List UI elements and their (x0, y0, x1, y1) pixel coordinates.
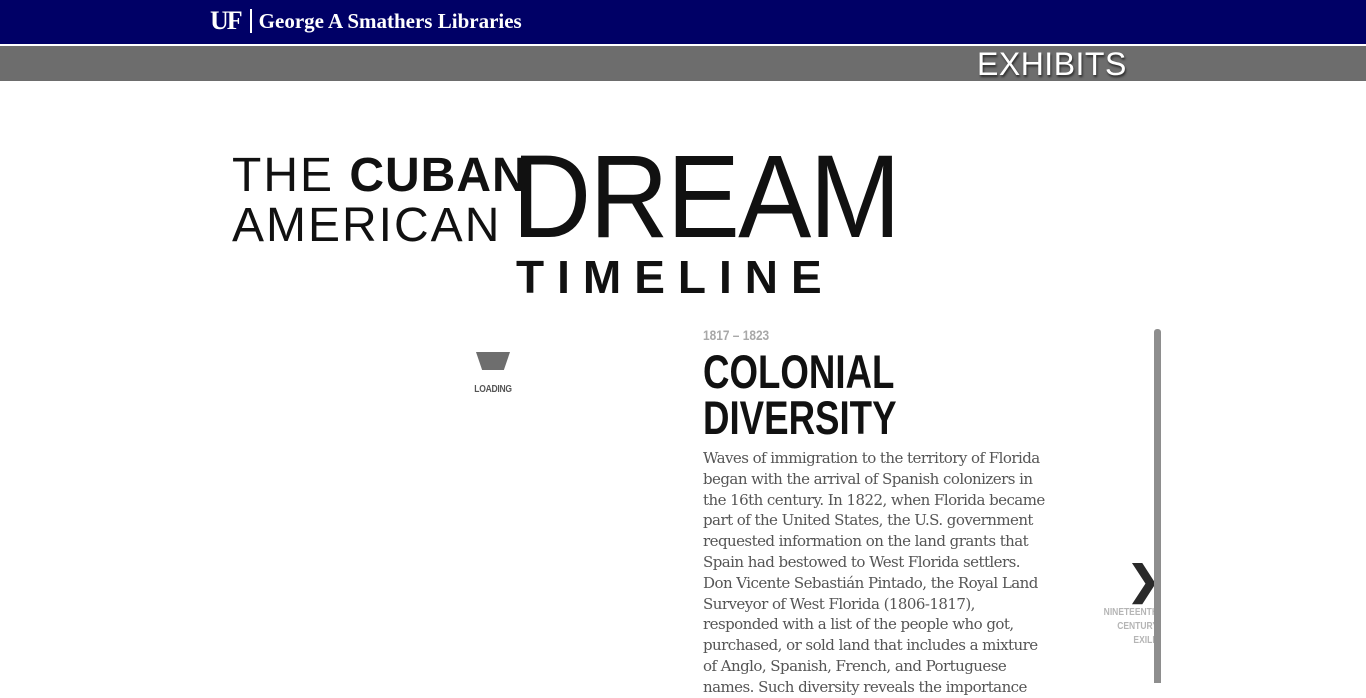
entry-body-text: Waves of immigration to the territory of… (703, 449, 1045, 696)
library-home-link[interactable]: UF George A Smathers Libraries (210, 8, 522, 34)
exhibits-link[interactable]: EXHIBITS (977, 47, 1127, 81)
scrollbar[interactable] (1154, 329, 1161, 683)
title-cuban: CUBAN (349, 149, 528, 202)
loading-icon (476, 352, 510, 370)
top-header-bar: UF George A Smathers Libraries (0, 0, 1366, 46)
timeline-entry: 1817 – 1823 COLONIAL DIVERSITY Waves of … (703, 326, 1053, 696)
next-entry-label[interactable]: NINETEENTH CENTURY EXILE (1099, 606, 1158, 648)
entry-title-line-1: COLONIAL (703, 345, 895, 398)
title-line-1: THE CUBAN (232, 150, 528, 202)
image-loader: LOADING (470, 352, 516, 395)
entry-title-line-2: DIVERSITY (703, 391, 897, 444)
title-dream: DREAM (512, 131, 901, 263)
entry-title: COLONIAL DIVERSITY (703, 345, 976, 444)
next-label-line-2: CENTURY EXILE (1117, 621, 1158, 646)
title-the: THE (232, 149, 334, 202)
exhibits-bar: EXHIBITS (0, 46, 1366, 81)
next-label-line-1: NINETEENTH (1103, 607, 1158, 618)
loading-label: LOADING (474, 384, 512, 395)
title-timeline: TIMELINE (516, 251, 835, 303)
title-american: AMERICAN (232, 199, 502, 252)
logo-divider (249, 9, 252, 33)
entry-years: 1817 – 1823 (703, 327, 770, 343)
uf-logo: UF (210, 6, 243, 35)
library-name: George A Smathers Libraries (258, 9, 522, 33)
exhibit-title: THE CUBAN AMERICAN DREAM TIMELINE (232, 138, 901, 308)
